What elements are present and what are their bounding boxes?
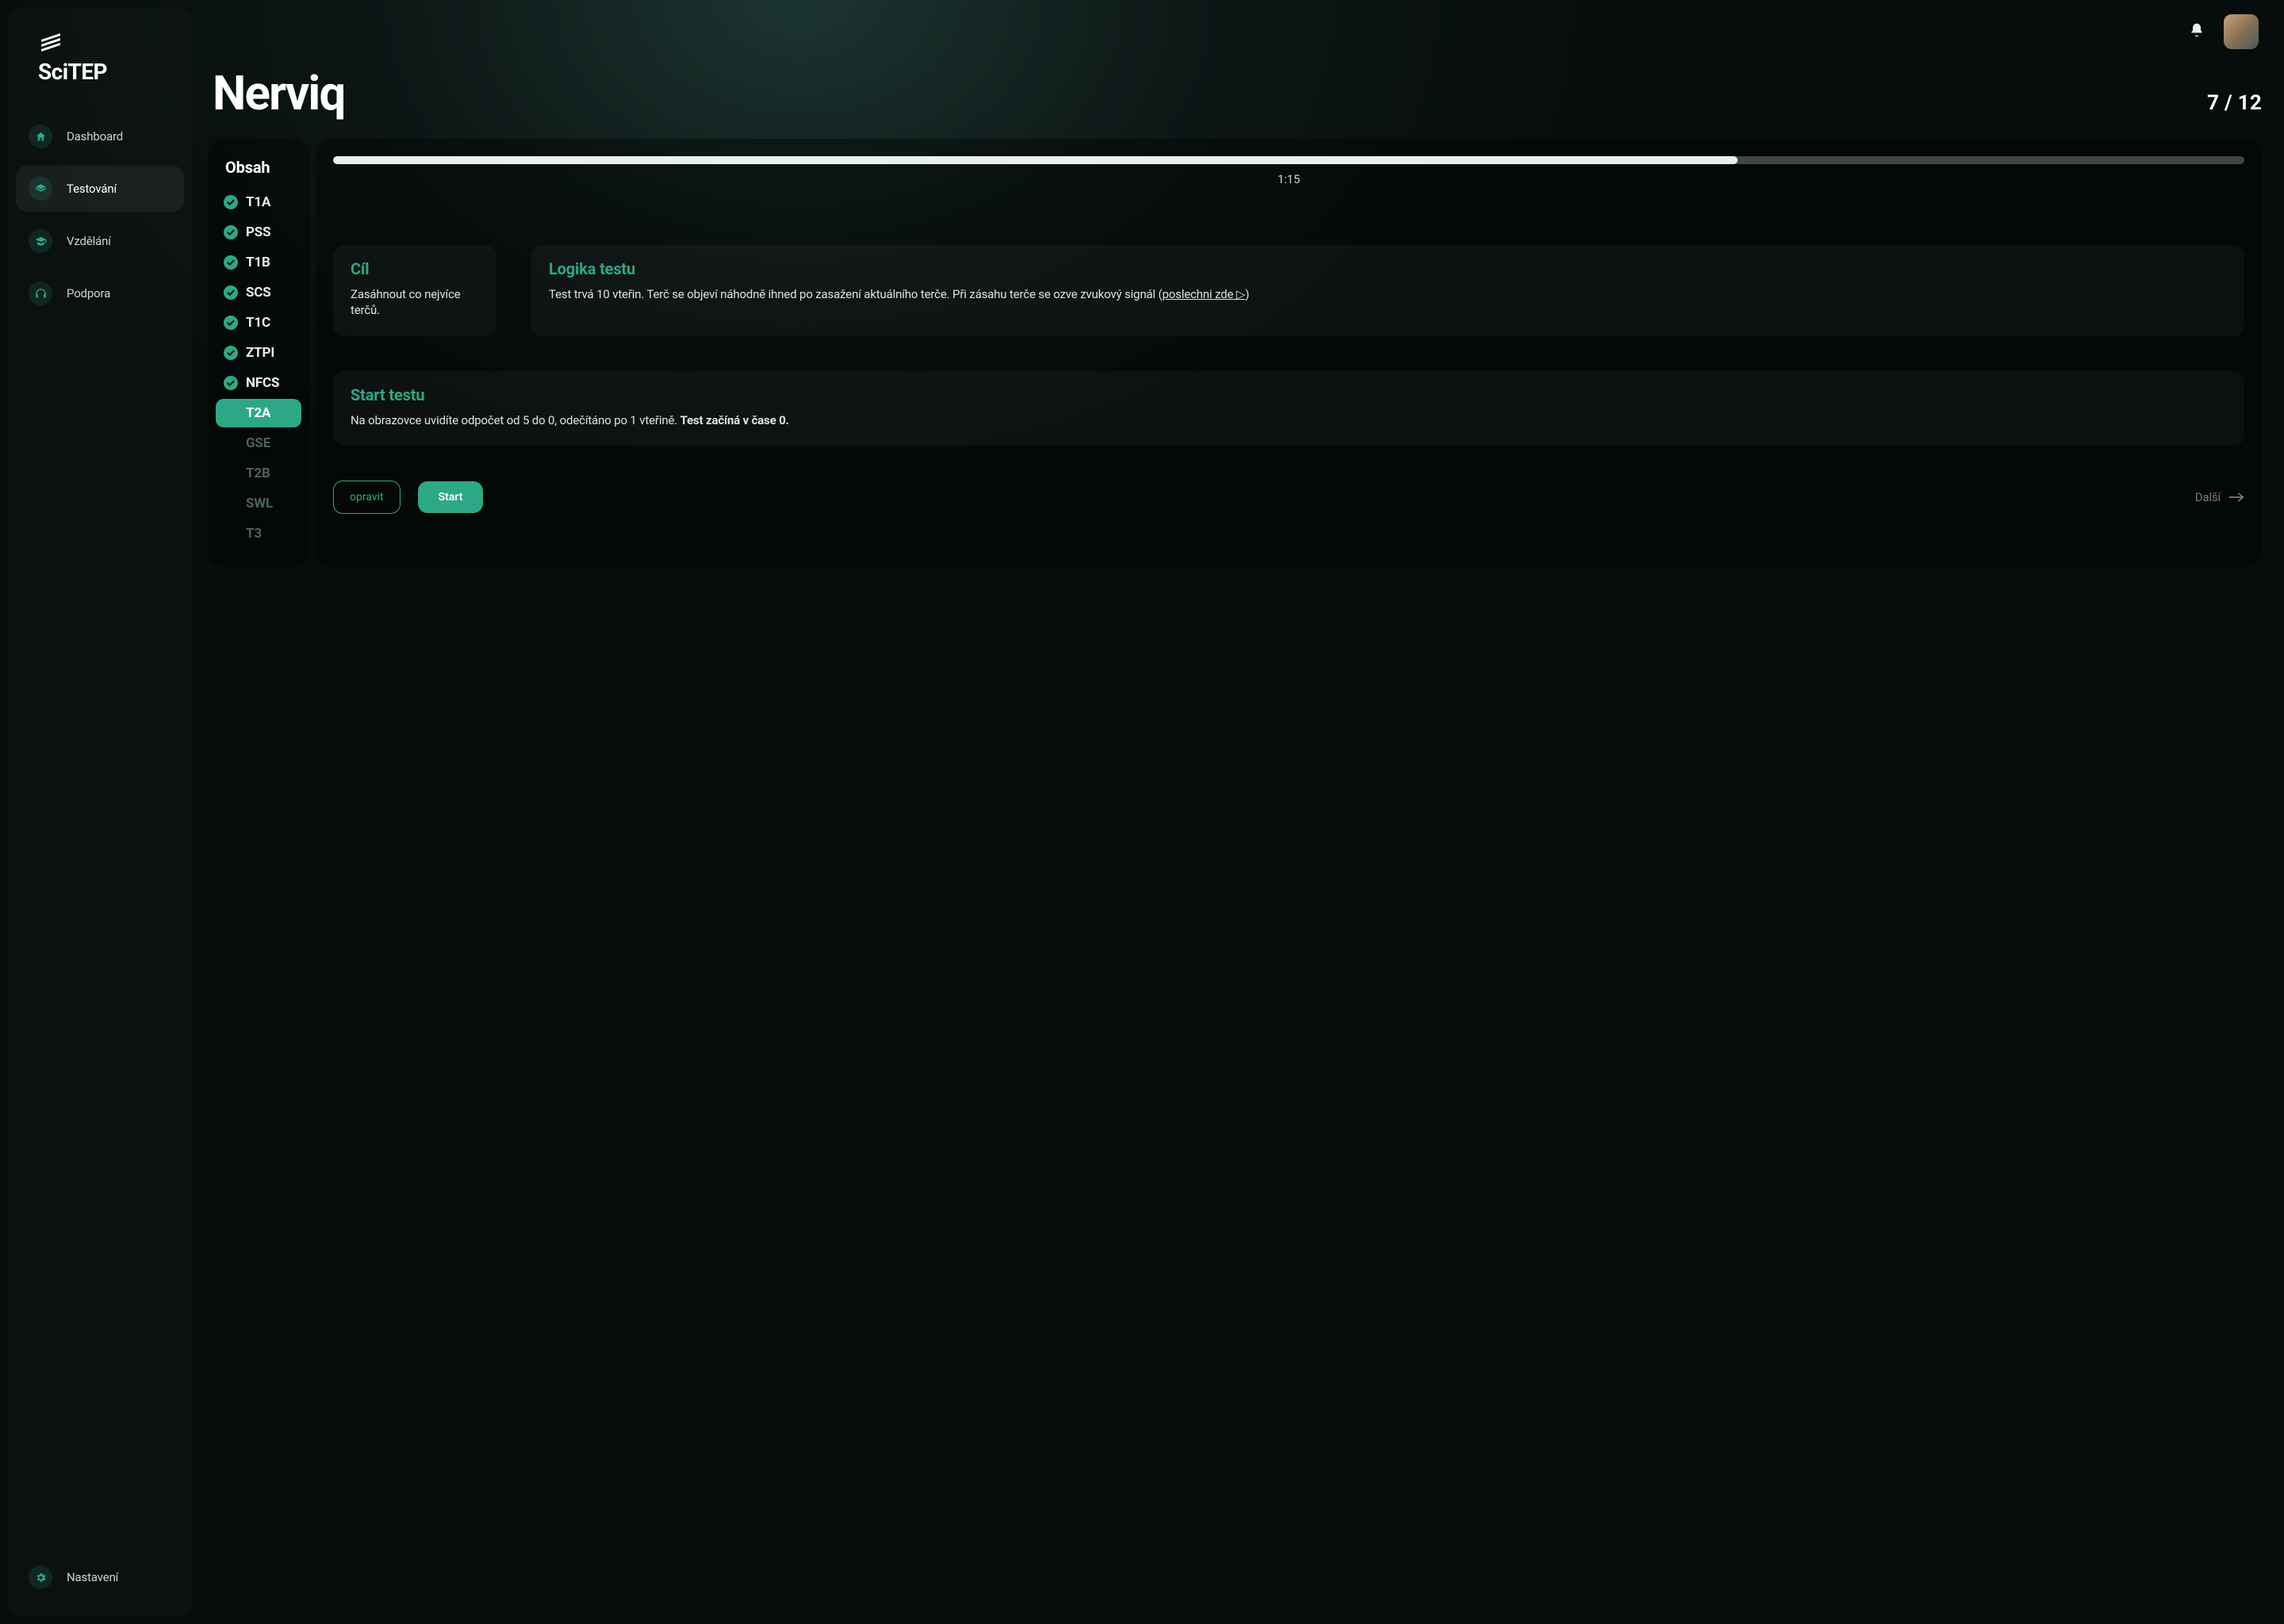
nav-label: Testování (67, 182, 117, 196)
nav-label: Vzdělání (67, 234, 111, 248)
main: Nerviq 7 / 12 Obsah T1A PSS T1B SCS T1C ZTPI N… (200, 0, 2284, 1624)
contents-item-label: SWL (246, 496, 273, 511)
sidebar: SciTEP Dashboard Testování Vzdělání Podp… (8, 8, 192, 1616)
next-label: Další (2195, 490, 2221, 504)
info-cards-row: Cíl Zasáhnout co nejvíce terčů. Logika t… (333, 245, 2244, 336)
start-button[interactable]: Start (418, 481, 484, 513)
nav-label: Nastavení (67, 1570, 118, 1584)
page-title: Nerviq (213, 65, 345, 121)
logic-body: Test trvá 10 vteřin. Terč se objeví náho… (549, 286, 2227, 302)
graduation-icon (29, 229, 52, 253)
start-body: Na obrazovce uvidíte odpočet od 5 do 0, … (351, 412, 2227, 428)
check-circle-icon (224, 376, 238, 390)
contents-item-label: T1A (246, 194, 270, 210)
contents-item-label: GSE (246, 435, 270, 451)
check-circle-icon (224, 285, 238, 300)
contents-item-ztpi[interactable]: ZTPI (216, 339, 301, 367)
goal-body: Zasáhnout co nejvíce terčů. (351, 286, 479, 319)
check-circle-icon (224, 316, 238, 330)
contents-item-t3[interactable]: T3 (216, 519, 301, 548)
contents-item-t2a[interactable]: T2A (216, 399, 301, 427)
contents-item-label: T2A (246, 405, 270, 421)
contents-item-label: PSS (246, 224, 270, 240)
nav-label: Podpora (67, 286, 110, 301)
goal-heading: Cíl (351, 259, 479, 278)
progress-bar (333, 156, 2244, 164)
start-body-strong: Test začíná v čase 0. (680, 413, 789, 427)
check-circle-icon (224, 225, 238, 239)
contents-panel: Obsah T1A PSS T1B SCS T1C ZTPI NFCS T2A GSE T2B SW… (208, 139, 309, 567)
goal-card: Cíl Zasáhnout co nejvíce terčů. (333, 245, 496, 336)
logic-body-prefix: Test trvá 10 vteřin. Terč se objeví náho… (549, 287, 1162, 301)
brand: SciTEP (16, 24, 184, 104)
brand-logo-icon (38, 30, 63, 56)
notifications-button[interactable] (2189, 22, 2205, 41)
home-icon (29, 124, 52, 148)
contents-item-t1c[interactable]: T1C (216, 308, 301, 337)
bell-icon (2189, 22, 2205, 38)
progress-fill (333, 156, 1738, 164)
nav-item-settings[interactable]: Nastavení (16, 1554, 184, 1600)
actions-row: opravit Start Další (333, 481, 2244, 514)
workspace: Obsah T1A PSS T1B SCS T1C ZTPI NFCS T2A GSE T2B SW… (208, 139, 2262, 567)
nav-item-education[interactable]: Vzdělání (16, 218, 184, 264)
contents-item-label: NFCS (246, 375, 279, 391)
contents-item-label: ZTPI (246, 345, 274, 361)
start-heading: Start testu (351, 385, 2227, 404)
headphones-icon (29, 282, 52, 305)
check-circle-icon (224, 346, 238, 360)
logic-body-suffix: ) (1245, 287, 1249, 301)
contents-item-label: T3 (246, 526, 262, 542)
contents-item-t1a[interactable]: T1A (216, 188, 301, 216)
timer: 1:15 (333, 172, 2244, 186)
user-avatar[interactable] (2224, 14, 2259, 49)
gear-icon (29, 1565, 52, 1589)
correct-button[interactable]: opravit (333, 481, 400, 514)
nav-item-testing[interactable]: Testování (16, 166, 184, 212)
contents-item-t2b[interactable]: T2B (216, 459, 301, 488)
contents-item-t1b[interactable]: T1B (216, 248, 301, 277)
contents-item-label: SCS (246, 285, 271, 301)
logic-card: Logika testu Test trvá 10 vteřin. Terč s… (531, 245, 2244, 336)
page-header: Nerviq 7 / 12 (208, 65, 2262, 121)
nav-item-support[interactable]: Podpora (16, 270, 184, 316)
start-body-prefix: Na obrazovce uvidíte odpočet od 5 do 0, … (351, 413, 680, 427)
contents-item-label: T1B (246, 255, 270, 270)
test-area: 1:15 Cíl Zasáhnout co nejvíce terčů. Log… (316, 139, 2262, 567)
listen-link[interactable]: poslechni zde ▷ (1162, 287, 1245, 301)
start-card: Start testu Na obrazovce uvidíte odpočet… (333, 371, 2244, 446)
layers-icon (29, 177, 52, 201)
check-circle-icon (224, 255, 238, 270)
nav-item-dashboard[interactable]: Dashboard (16, 113, 184, 159)
page-counter: 7 / 12 (2207, 91, 2262, 115)
contents-item-gse[interactable]: GSE (216, 429, 301, 458)
contents-item-label: T2B (246, 465, 270, 481)
next-button[interactable]: Další (2195, 490, 2244, 504)
check-circle-icon (224, 195, 238, 209)
contents-item-swl[interactable]: SWL (216, 489, 301, 518)
contents-item-nfcs[interactable]: NFCS (216, 369, 301, 397)
contents-item-label: T1C (246, 315, 270, 331)
contents-list: T1A PSS T1B SCS T1C ZTPI NFCS T2A GSE T2B SWL T3 (216, 188, 301, 548)
contents-item-pss[interactable]: PSS (216, 218, 301, 247)
brand-name: SciTEP (38, 59, 107, 85)
arrow-right-icon (2228, 492, 2244, 503)
logic-heading: Logika testu (549, 259, 2227, 278)
nav-label: Dashboard (67, 129, 123, 144)
contents-title: Obsah (216, 158, 301, 188)
topbar (208, 14, 2262, 49)
sidebar-nav: Dashboard Testování Vzdělání Podpora (16, 113, 184, 316)
contents-item-scs[interactable]: SCS (216, 278, 301, 307)
